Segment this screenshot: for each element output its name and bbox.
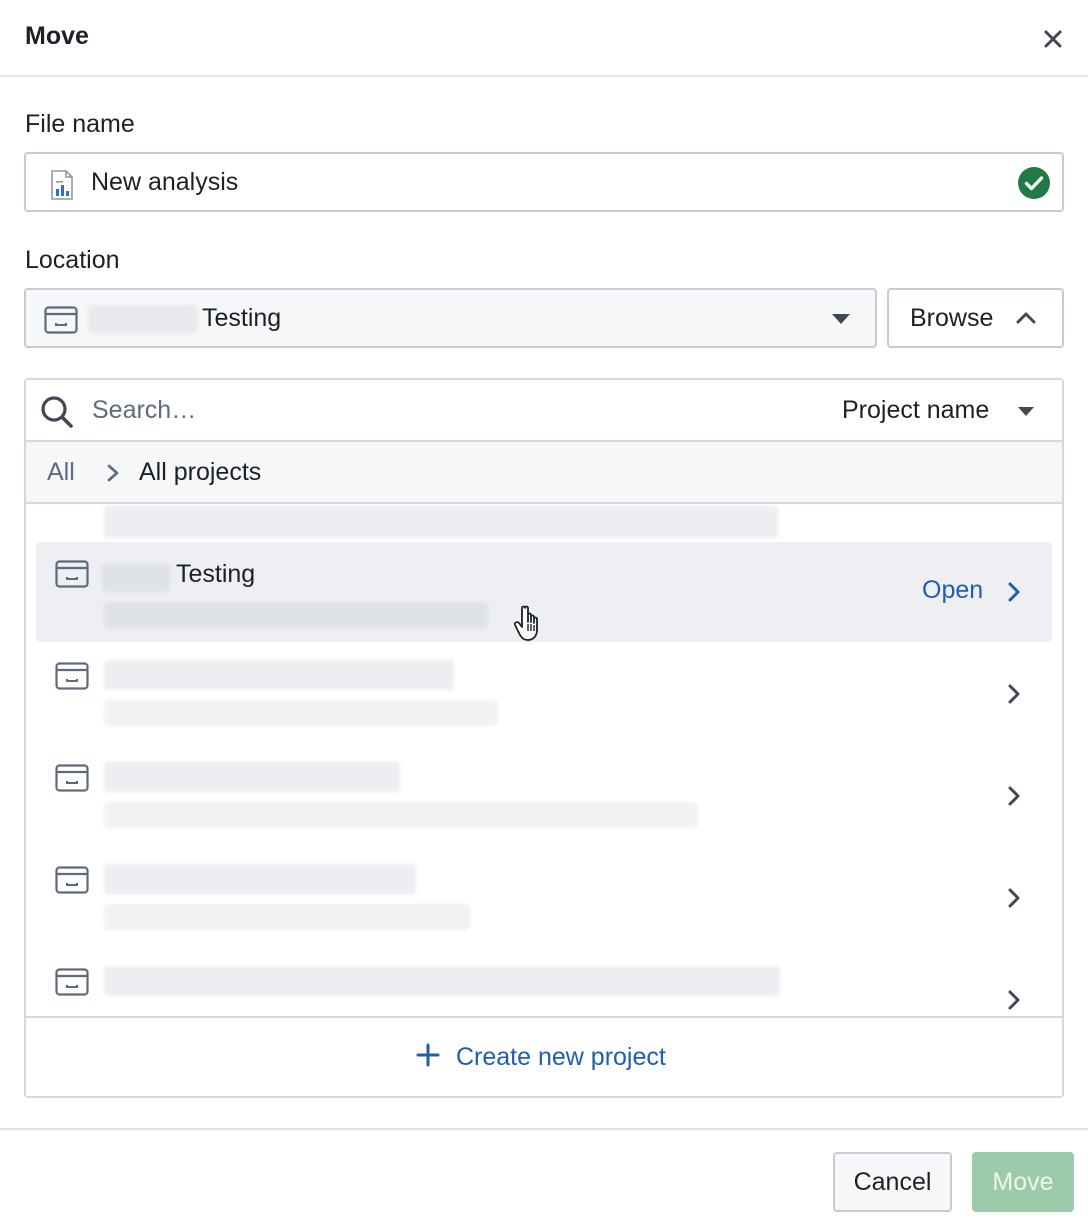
project-row[interactable] — [36, 644, 1052, 744]
project-browser: Project name All All projects Testing — [24, 378, 1064, 1098]
blurred-project-title — [104, 762, 400, 792]
location-select[interactable]: Testing — [24, 288, 877, 348]
blurred-project-path — [104, 802, 698, 828]
dialog-footer: Cancel Move — [0, 1128, 1088, 1228]
blurred-project-title — [104, 864, 416, 894]
blurred-project-path — [104, 506, 778, 538]
chevron-right-icon — [1006, 682, 1022, 711]
blurred-space-name — [88, 305, 198, 333]
pointer-hand-icon — [513, 604, 550, 649]
create-new-project-button[interactable]: Create new project — [26, 1016, 1062, 1096]
search-bar: Project name — [26, 380, 1062, 442]
dialog-title: Move — [25, 22, 89, 50]
caret-down-icon — [832, 314, 850, 324]
sort-select[interactable]: Project name — [842, 396, 989, 425]
location-value: Testing — [202, 304, 282, 332]
chevron-right-icon[interactable] — [1006, 580, 1022, 609]
breadcrumb-all[interactable]: All — [47, 458, 75, 487]
chevron-right-icon — [1006, 784, 1022, 813]
close-icon[interactable] — [1038, 24, 1068, 54]
search-icon — [40, 395, 74, 434]
chevron-right-icon — [1006, 988, 1022, 1014]
project-icon — [44, 306, 78, 339]
project-icon — [55, 968, 89, 1001]
blurred-project-title — [104, 966, 780, 996]
project-list: Testing Open — [26, 504, 1062, 1014]
cancel-button[interactable]: Cancel — [833, 1152, 952, 1212]
blurred-project-path — [104, 700, 498, 726]
project-row[interactable] — [36, 504, 1052, 544]
project-icon — [55, 662, 89, 695]
dialog-header: Move — [0, 0, 1088, 77]
blurred-space-name — [102, 564, 170, 592]
chevron-right-icon — [1006, 886, 1022, 915]
blurred-project-path — [104, 904, 470, 930]
file-name-value: New analysis — [91, 168, 239, 196]
project-icon — [55, 866, 89, 899]
create-new-project-label: Create new project — [456, 1043, 666, 1071]
chevron-right-icon — [1006, 504, 1022, 511]
plus-icon — [416, 1043, 440, 1072]
search-input[interactable] — [92, 392, 692, 428]
analysis-file-icon — [50, 170, 74, 205]
blurred-project-title — [104, 660, 454, 690]
project-row[interactable] — [36, 848, 1052, 948]
project-row-title: Testing — [176, 560, 256, 588]
location-label: Location — [25, 246, 120, 274]
browse-label: Browse — [910, 304, 994, 332]
chevron-right-icon — [106, 463, 120, 488]
open-link[interactable]: Open — [922, 576, 983, 605]
browse-button[interactable]: Browse — [887, 288, 1064, 348]
project-row[interactable] — [36, 950, 1052, 1014]
file-name-field[interactable]: New analysis — [24, 152, 1064, 212]
chevron-up-icon — [1015, 310, 1037, 331]
project-icon — [55, 560, 89, 593]
file-name-label: File name — [25, 110, 135, 138]
success-check-icon — [1018, 167, 1050, 204]
project-icon — [55, 764, 89, 797]
caret-down-icon[interactable] — [1018, 407, 1034, 416]
breadcrumb: All All projects — [26, 442, 1062, 504]
blurred-project-path — [104, 602, 488, 628]
project-row[interactable] — [36, 746, 1052, 846]
breadcrumb-current: All projects — [139, 458, 262, 486]
move-button[interactable]: Move — [972, 1152, 1074, 1212]
